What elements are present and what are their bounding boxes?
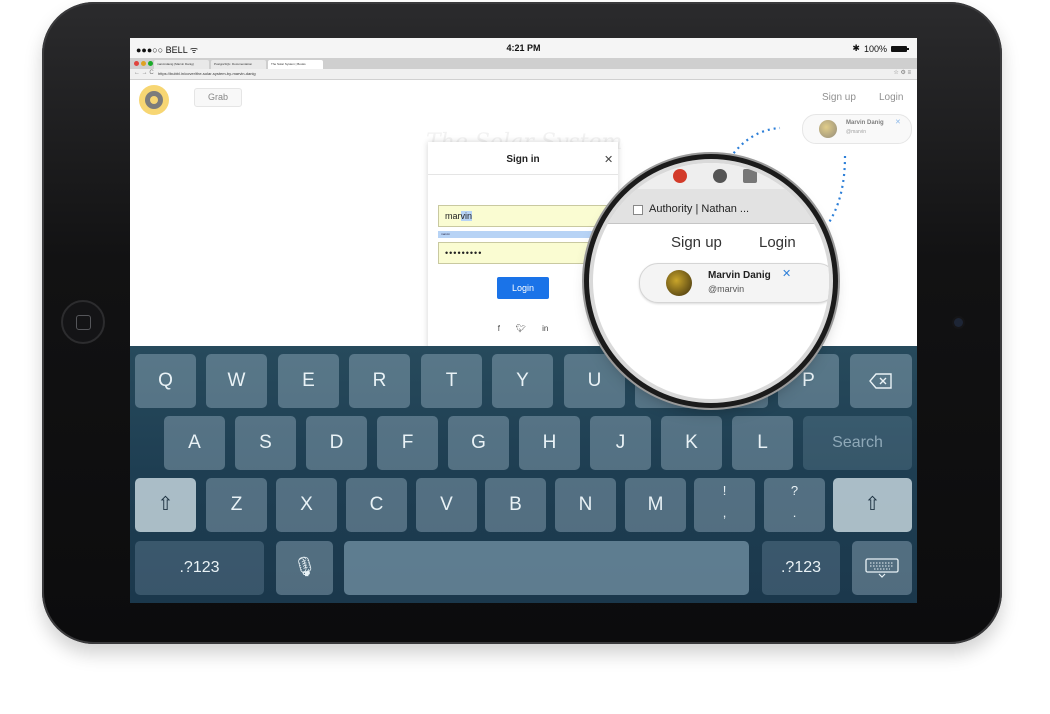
avatar [666, 270, 692, 296]
magnified-user-chip: Marvin Danig @marvin ✕ [639, 263, 829, 303]
tab-page-icon [633, 205, 643, 215]
magnified-user-name: Marvin Danig [708, 270, 771, 281]
magnified-toolbar [593, 163, 829, 190]
magnified-login-link: Login [759, 234, 796, 251]
magnified-user-handle: @marvin [708, 284, 745, 294]
magnifier-lens: Authority | Nathan ... Sign up Login Mar… [593, 163, 829, 399]
remove-user-icon: ✕ [782, 268, 792, 280]
magnified-tab-label: Authority | Nathan ... [649, 203, 750, 215]
magnified-signup-link: Sign up [671, 234, 722, 251]
chat-icon [713, 169, 727, 183]
camera [954, 318, 963, 327]
extension-icon [673, 169, 687, 183]
home-square-icon [76, 315, 91, 330]
menu-icon [743, 169, 757, 183]
home-button[interactable] [61, 300, 105, 344]
